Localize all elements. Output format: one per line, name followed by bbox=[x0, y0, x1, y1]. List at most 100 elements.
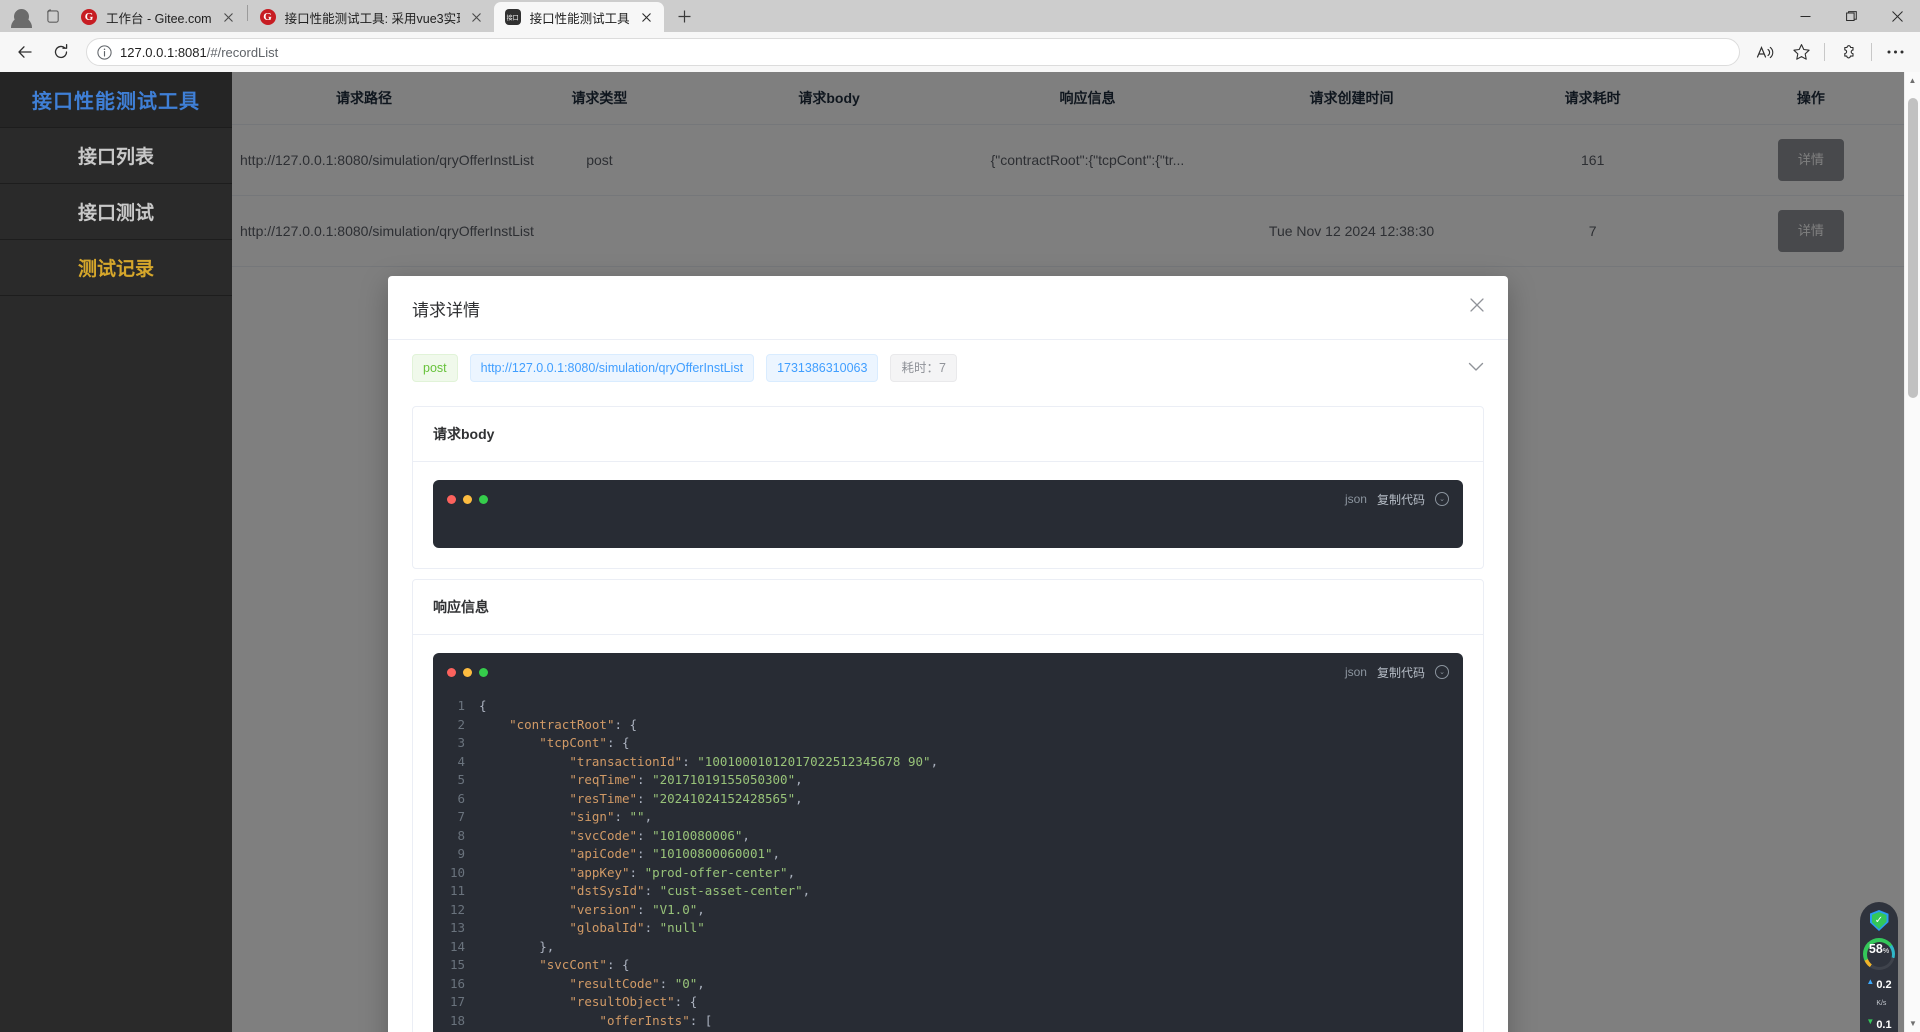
toolbar-right-actions bbox=[1748, 35, 1912, 69]
modal-header: 请求详情 bbox=[388, 276, 1508, 321]
response-card: 响应信息 json 复制代码 ⌄ 1 {2 "contractRoot": {… bbox=[412, 579, 1484, 1032]
code-line-number: 7 bbox=[457, 809, 465, 824]
response-codeblock-actions: json 复制代码 ⌄ bbox=[1345, 664, 1449, 681]
code-line-content: "svcCode": "1010080006", bbox=[569, 827, 750, 843]
code-language-label: json bbox=[1344, 492, 1367, 506]
response-card-title: 响应信息 bbox=[413, 580, 1483, 635]
more-icon bbox=[1887, 50, 1903, 54]
code-line-content: "apiCode": "10100800060001", bbox=[569, 846, 781, 861]
toolbar-divider-2 bbox=[1871, 43, 1872, 61]
extensions-button[interactable] bbox=[1831, 35, 1865, 69]
browser-tab-3-close-icon[interactable] bbox=[639, 9, 655, 25]
code-line: 10 "appKey": "prod-offer-center", bbox=[433, 864, 1463, 883]
browser-tab-2-close-icon[interactable] bbox=[469, 9, 485, 25]
browser-tab-1-close-icon[interactable] bbox=[221, 9, 237, 25]
favorites-button[interactable] bbox=[1784, 35, 1818, 69]
code-line-number: 16 bbox=[449, 975, 465, 991]
window-maximize-button[interactable] bbox=[1828, 0, 1874, 32]
request-body-card-body: json 复制代码 ⌄ bbox=[413, 462, 1483, 568]
performance-widget[interactable]: ✓ 58 % ▲ 0.2 K/s ▼ 0.1 K/s bbox=[1860, 902, 1898, 1032]
sidebar-item-interface-list[interactable]: 接口列表 bbox=[0, 128, 232, 184]
sidebar-filler bbox=[0, 296, 232, 1032]
duration-tag[interactable]: 耗时：7 bbox=[890, 354, 957, 382]
tab-search-button[interactable] bbox=[36, 1, 70, 31]
download-speed: ▼ 0.1 K/s bbox=[1866, 1016, 1891, 1032]
code-line-number: 2 bbox=[457, 716, 465, 732]
sidebar-item-interface-test-label: 接口测试 bbox=[77, 203, 154, 224]
code-line: 17 "resultObject": { bbox=[433, 993, 1463, 1012]
scrollbar-up-arrow-icon[interactable]: ▲ bbox=[1905, 72, 1920, 89]
window-close-button[interactable] bbox=[1874, 0, 1920, 32]
profile-avatar-icon bbox=[10, 8, 32, 28]
browser-tab-2[interactable]: G 接口性能测试工具: 采用vue3实现 bbox=[249, 2, 494, 32]
read-aloud-icon bbox=[1756, 45, 1773, 58]
request-codeblock-actions: json 复制代码 ⌄ bbox=[1345, 491, 1449, 508]
new-tab-button[interactable] bbox=[670, 1, 700, 31]
modal-title: 请求详情 bbox=[412, 301, 480, 320]
response-code-lines[interactable]: 1{2 "contractRoot": {3 "tcpCont": {4 "tr… bbox=[433, 691, 1463, 1032]
browser-tab-1-title: 工作台 - Gitee.com bbox=[106, 11, 212, 26]
info-icon bbox=[97, 44, 112, 60]
reload-icon bbox=[54, 43, 68, 59]
profile-button[interactable] bbox=[6, 1, 36, 31]
code-line-content: "svcCont": { bbox=[539, 957, 630, 972]
method-tag[interactable]: post bbox=[412, 354, 458, 382]
cpu-value: 58 bbox=[1868, 941, 1883, 956]
page-scrollbar[interactable]: ▲ ▼ bbox=[1904, 72, 1920, 1032]
code-line: 3 "tcpCont": { bbox=[433, 734, 1463, 753]
browser-tab-1[interactable]: G 工作台 - Gitee.com bbox=[70, 2, 246, 32]
code-line-number: 12 bbox=[449, 901, 465, 917]
dot-red-icon bbox=[447, 494, 456, 504]
code-line: 4 "transactionId": "10010001012017022512… bbox=[433, 753, 1463, 772]
browser-tab-3-title: 接口性能测试工具 bbox=[529, 11, 630, 26]
settings-menu-button[interactable] bbox=[1878, 35, 1912, 69]
app-sidebar: 接口性能测试工具 接口列表 接口测试 测试记录 bbox=[0, 72, 232, 1032]
scrollbar-down-arrow-icon[interactable]: ▼ bbox=[1905, 1015, 1920, 1032]
code-line: 16 "resultCode": "0", bbox=[433, 975, 1463, 994]
dot-red-icon bbox=[447, 667, 456, 677]
code-line-number: 8 bbox=[457, 827, 465, 843]
code-line-number: 10 bbox=[449, 864, 465, 880]
url-tag[interactable]: http://127.0.0.1:8080/simulation/qryOffe… bbox=[469, 354, 755, 382]
copy-code-button[interactable]: 复制代码 bbox=[1377, 664, 1425, 681]
chevron-down-icon[interactable] bbox=[1468, 359, 1484, 377]
sidebar-item-interface-test[interactable]: 接口测试 bbox=[0, 184, 232, 240]
window-minimize-button[interactable] bbox=[1782, 0, 1828, 32]
back-button[interactable] bbox=[8, 35, 42, 69]
code-line-content: "reqTime": "20171019155050300", bbox=[569, 772, 803, 787]
upload-unit: K/s bbox=[1876, 999, 1887, 1007]
code-line-number: 13 bbox=[449, 920, 465, 935]
page-viewport: 接口性能测试工具 接口列表 接口测试 测试记录 请求路径 bbox=[0, 72, 1920, 1032]
read-aloud-button[interactable] bbox=[1748, 35, 1782, 69]
upload-speed: ▲ 0.2 K/s bbox=[1866, 976, 1891, 1010]
modal-close-button[interactable] bbox=[1466, 294, 1488, 316]
collapse-code-icon[interactable]: ⌄ bbox=[1435, 492, 1449, 506]
close-icon bbox=[1470, 298, 1484, 312]
code-line-content: "tcpCont": { bbox=[539, 735, 630, 750]
code-line-number: 3 bbox=[457, 735, 465, 750]
sidebar-item-test-records[interactable]: 测试记录 bbox=[0, 240, 232, 296]
code-line-content: { bbox=[479, 698, 487, 713]
request-id-tag[interactable]: 1731386310063 bbox=[766, 354, 879, 382]
code-line-number: 17 bbox=[449, 994, 465, 1009]
code-line-content: "globalId": "null" bbox=[569, 920, 705, 935]
copy-code-button[interactable]: 复制代码 bbox=[1377, 491, 1425, 508]
app-title: 接口性能测试工具 bbox=[0, 72, 232, 128]
address-bar[interactable]: 127.0.0.1:8081/#/recordList bbox=[86, 38, 1740, 66]
sidebar-item-test-records-label: 测试记录 bbox=[77, 259, 154, 280]
collapse-code-icon[interactable]: ⌄ bbox=[1435, 665, 1449, 679]
request-body-codeblock: json 复制代码 ⌄ bbox=[433, 480, 1463, 548]
browser-tab-3[interactable]: 接口 接口性能测试工具 bbox=[493, 2, 664, 32]
reload-button[interactable] bbox=[44, 35, 78, 69]
code-line-number: 9 bbox=[457, 846, 465, 861]
arrow-down-icon: ▼ bbox=[1866, 1016, 1875, 1026]
sidebar-item-interface-list-label: 接口列表 bbox=[77, 147, 154, 168]
dot-green-icon bbox=[479, 667, 488, 677]
code-line: 7 "sign": "", bbox=[433, 808, 1463, 827]
gitee-icon: G bbox=[81, 9, 97, 25]
request-detail-modal: 请求详情 post http://127.0.0.1:8080/simulati… bbox=[388, 276, 1508, 1032]
cpu-unit: % bbox=[1882, 947, 1890, 955]
puzzle-icon bbox=[1843, 44, 1854, 58]
scrollbar-thumb[interactable] bbox=[1908, 98, 1918, 398]
code-line: 1{ bbox=[433, 697, 1463, 716]
